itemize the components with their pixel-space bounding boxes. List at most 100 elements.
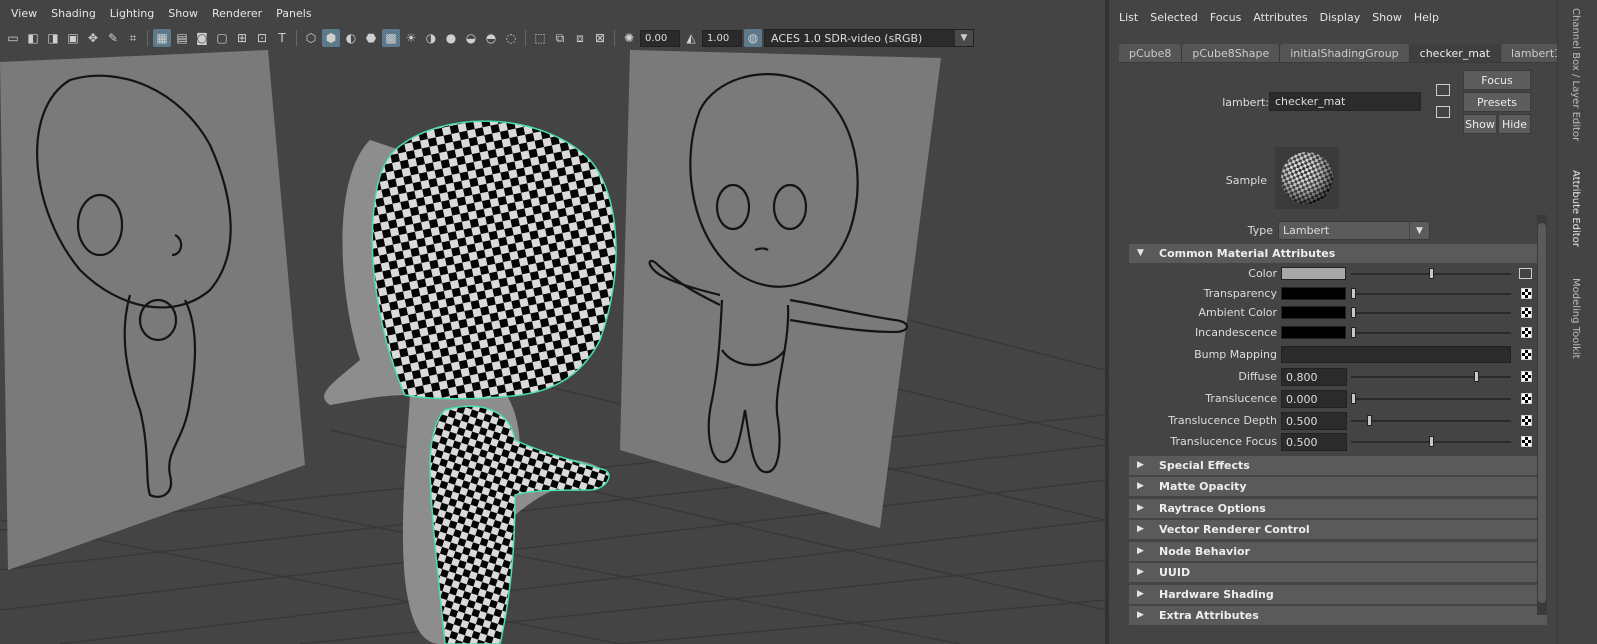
- checker-map-icon[interactable]: [1521, 393, 1532, 404]
- focus-button[interactable]: Focus: [1463, 70, 1531, 90]
- film-gate-icon[interactable]: ▤: [173, 29, 191, 47]
- smooth-shade-icon[interactable]: ⬢: [322, 29, 340, 47]
- scrollbar-thumb[interactable]: [1538, 223, 1546, 603]
- translucence-slider-track[interactable]: [1351, 398, 1511, 400]
- section-raytrace-options[interactable]: ▶ Raytrace Options: [1129, 499, 1547, 518]
- menu-selected[interactable]: Selected: [1146, 11, 1206, 24]
- diffuse-field[interactable]: 0.800: [1281, 368, 1347, 386]
- hide-button[interactable]: Hide: [1498, 114, 1531, 134]
- select-camera-icon[interactable]: ▭: [4, 29, 22, 47]
- section-hardware-shading[interactable]: ▶ Hardware Shading: [1129, 585, 1547, 604]
- transparency-slider-track[interactable]: [1351, 293, 1511, 295]
- tab-checker-mat[interactable]: checker_mat: [1409, 44, 1502, 62]
- ambient-slider-handle[interactable]: [1351, 307, 1356, 318]
- checker-map-icon[interactable]: [1521, 327, 1532, 338]
- color-swatch[interactable]: [1281, 267, 1346, 280]
- ambient-color-swatch[interactable]: [1281, 306, 1346, 319]
- translucence-depth-field[interactable]: 0.500: [1281, 412, 1347, 430]
- safe-title-icon[interactable]: T: [273, 29, 291, 47]
- menu-show[interactable]: Show: [161, 7, 205, 20]
- field-chart-icon[interactable]: ⊞: [233, 29, 251, 47]
- tab-initialshadinggroup[interactable]: initialShadingGroup: [1280, 44, 1410, 62]
- menu-display[interactable]: Display: [1316, 11, 1369, 24]
- menu-lighting[interactable]: Lighting: [103, 7, 161, 20]
- wireframe-on-shaded-icon[interactable]: ⬣: [362, 29, 380, 47]
- type-dropdown[interactable]: Lambert ▼: [1278, 221, 1430, 240]
- checker-map-icon[interactable]: [1521, 288, 1532, 299]
- color-management-icon[interactable]: ◍: [744, 29, 762, 47]
- incandescence-swatch[interactable]: [1281, 326, 1346, 339]
- shadows-icon[interactable]: ◑: [422, 29, 440, 47]
- tab-pcube8[interactable]: pCube8: [1119, 44, 1183, 62]
- input-connection-icon[interactable]: [1436, 84, 1450, 96]
- transparency-swatch[interactable]: [1281, 287, 1346, 300]
- connected-map-icon[interactable]: [1519, 268, 1532, 279]
- grid-toggle-icon[interactable]: ▦: [153, 29, 171, 47]
- bookmark-icon[interactable]: ◨: [44, 29, 62, 47]
- section-extra-attributes[interactable]: ▶ Extra Attributes: [1129, 606, 1547, 625]
- checker-map-icon[interactable]: [1521, 307, 1532, 318]
- incandescence-slider-handle[interactable]: [1351, 327, 1356, 338]
- xray-icon[interactable]: ⧉: [551, 29, 569, 47]
- checker-map-icon[interactable]: [1521, 371, 1532, 382]
- diffuse-slider-handle[interactable]: [1474, 371, 1479, 382]
- node-name-field[interactable]: checker_mat: [1269, 92, 1421, 111]
- default-material-icon[interactable]: ◐: [342, 29, 360, 47]
- translucence-slider-handle[interactable]: [1351, 393, 1356, 404]
- image-plane-icon[interactable]: ▣: [64, 29, 82, 47]
- menu-view[interactable]: View: [4, 7, 44, 20]
- menu-renderer[interactable]: Renderer: [205, 7, 269, 20]
- gamma-field[interactable]: 1.00: [702, 29, 742, 47]
- gamma-icon[interactable]: ◭: [682, 29, 700, 47]
- menu-panels[interactable]: Panels: [269, 7, 318, 20]
- anti-alias-icon[interactable]: ◓: [482, 29, 500, 47]
- 2d-pan-icon[interactable]: ✥: [84, 29, 102, 47]
- exposure-field[interactable]: 0.00: [640, 29, 680, 47]
- checker-map-icon[interactable]: [1521, 436, 1532, 447]
- translucence-focus-slider-handle[interactable]: [1429, 436, 1434, 447]
- motion-blur-icon[interactable]: ◒: [462, 29, 480, 47]
- menu-show[interactable]: Show: [1368, 11, 1410, 24]
- tab-pcube8shape[interactable]: pCube8Shape: [1182, 44, 1281, 62]
- grid-icon[interactable]: ⌗: [124, 29, 142, 47]
- bump-mapping-field[interactable]: [1281, 346, 1511, 363]
- menu-list[interactable]: List: [1115, 11, 1146, 24]
- menu-help[interactable]: Help: [1410, 11, 1447, 24]
- isolate-select-icon[interactable]: ⬚: [531, 29, 549, 47]
- menu-attributes[interactable]: Attributes: [1249, 11, 1315, 24]
- section-common-material-attributes[interactable]: ▼ Common Material Attributes: [1129, 244, 1547, 263]
- gate-mask-icon[interactable]: ▢: [213, 29, 231, 47]
- rail-tab-modeling-toolkit[interactable]: Modeling Toolkit: [1570, 278, 1581, 359]
- translucence-field[interactable]: 0.000: [1281, 390, 1347, 408]
- ambient-occlusion-icon[interactable]: ●: [442, 29, 460, 47]
- 3d-viewport[interactable]: View Shading Lighting Show Renderer Pane…: [0, 0, 1105, 644]
- view-transform-dropdown[interactable]: ACES 1.0 SDR-video (sRGB) ▼: [764, 29, 974, 47]
- checker-map-icon[interactable]: [1521, 415, 1532, 426]
- section-matte-opacity[interactable]: ▶ Matte Opacity: [1129, 477, 1547, 496]
- rail-tab-attribute-editor[interactable]: Attribute Editor: [1570, 170, 1581, 247]
- incandescence-slider-track[interactable]: [1351, 332, 1511, 334]
- lights-icon[interactable]: ☀: [402, 29, 420, 47]
- wireframe-icon[interactable]: ⬡: [302, 29, 320, 47]
- safe-action-icon[interactable]: ⊡: [253, 29, 271, 47]
- grease-pencil-icon[interactable]: ✎: [104, 29, 122, 47]
- translucence-depth-slider-handle[interactable]: [1367, 415, 1372, 426]
- checker-map-icon[interactable]: [1521, 349, 1532, 360]
- scene-render[interactable]: [0, 50, 1105, 644]
- show-button[interactable]: Show: [1463, 114, 1497, 134]
- section-vector-renderer-control[interactable]: ▶ Vector Renderer Control: [1129, 520, 1547, 539]
- resolution-gate-icon[interactable]: ◙: [193, 29, 211, 47]
- translucence-focus-field[interactable]: 0.500: [1281, 433, 1347, 451]
- textured-icon[interactable]: ▩: [382, 29, 400, 47]
- menu-focus[interactable]: Focus: [1206, 11, 1249, 24]
- attribute-editor-scrollbar[interactable]: [1537, 215, 1547, 615]
- translucence-depth-slider-track[interactable]: [1351, 420, 1511, 422]
- xray-components-icon[interactable]: ⊠: [591, 29, 609, 47]
- color-slider-handle[interactable]: [1429, 268, 1434, 279]
- rail-tab-channel-box[interactable]: Channel Box / Layer Editor: [1570, 8, 1581, 141]
- section-special-effects[interactable]: ▶ Special Effects: [1129, 456, 1547, 475]
- presets-button[interactable]: Presets: [1463, 92, 1531, 112]
- output-connection-icon[interactable]: [1436, 106, 1450, 118]
- exposure-icon[interactable]: ✺: [620, 29, 638, 47]
- section-uuid[interactable]: ▶ UUID: [1129, 563, 1547, 582]
